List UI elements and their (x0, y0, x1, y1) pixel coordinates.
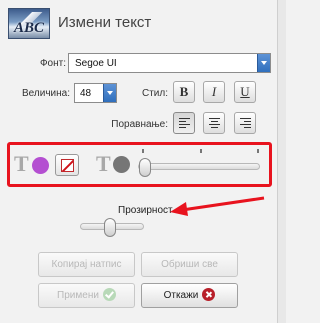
style-label: Стил: (141, 88, 168, 99)
font-value: Segoe UI (75, 58, 117, 69)
apply-button[interactable]: Примени (38, 283, 135, 308)
size-value: 48 (80, 88, 92, 99)
no-background-button[interactable] (55, 154, 79, 176)
copy-caption-button[interactable]: Копирај натпис (38, 252, 135, 277)
italic-button[interactable]: I (203, 81, 225, 103)
font-select[interactable]: Segoe UI (68, 53, 271, 73)
size-label: Величина: (22, 88, 70, 99)
size-select[interactable]: 48 (74, 83, 117, 103)
arrow-annotation-icon (170, 196, 265, 216)
font-label: Фонт: (39, 58, 66, 69)
text-color-swatch[interactable] (32, 157, 49, 174)
dialog-title: Измени текст (58, 14, 152, 31)
align-center-button[interactable] (203, 112, 225, 134)
logo-text: ABC (13, 20, 44, 36)
slider-tick (142, 149, 144, 153)
dialog-header: ABC Измени текст (0, 0, 277, 44)
align-left-button[interactable] (173, 112, 195, 134)
apply-label: Примени (57, 290, 99, 301)
bold-button[interactable]: B (173, 81, 195, 103)
close-icon (202, 287, 216, 301)
scrollbar[interactable] (277, 0, 286, 323)
outline-color-swatch[interactable] (113, 156, 130, 173)
align-right-button[interactable] (234, 112, 256, 134)
text-color-icon: T (14, 151, 29, 176)
align-right-icon (240, 118, 251, 129)
chevron-down-icon[interactable] (257, 54, 270, 72)
outline-color-icon: T (96, 151, 111, 176)
align-left-icon (179, 118, 190, 129)
text-logo-icon: ABC (8, 8, 50, 39)
checkmark-icon (102, 287, 116, 301)
chevron-down-icon[interactable] (103, 84, 116, 102)
slider-tick (200, 149, 202, 153)
opacity-slider[interactable] (104, 218, 116, 237)
outline-width-track[interactable] (138, 163, 260, 170)
alignment-label: Поравнање: (111, 119, 168, 130)
cancel-label: Откажи (163, 290, 199, 301)
no-color-icon (61, 159, 74, 172)
opacity-label: Прозирност (118, 205, 173, 216)
cancel-button[interactable]: Откажи (141, 283, 238, 308)
align-center-icon (209, 118, 220, 129)
underline-button[interactable]: U (234, 81, 256, 103)
outline-width-slider[interactable] (139, 158, 151, 177)
delete-all-button[interactable]: Обриши све (141, 252, 238, 277)
slider-tick (257, 149, 259, 153)
